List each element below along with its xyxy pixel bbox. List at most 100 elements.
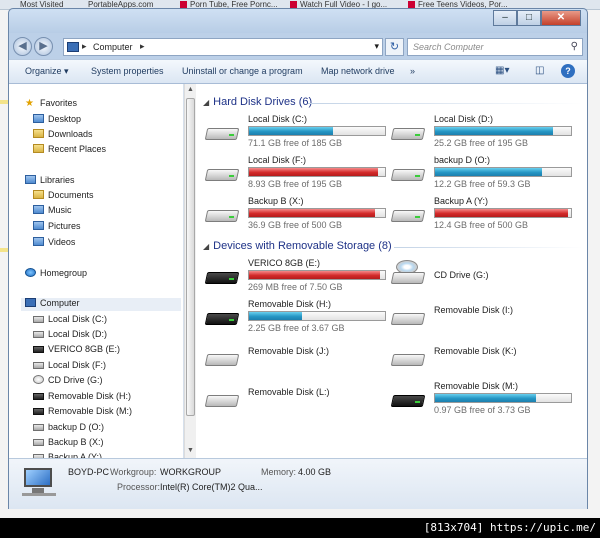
removable-disk-icon [390, 309, 426, 325]
forward-button[interactable]: ▶ [34, 37, 53, 56]
nav-drive[interactable]: Local Disk (F:) [33, 360, 106, 373]
music-icon [33, 205, 44, 214]
uninstall-program-button[interactable]: Uninstall or change a program [182, 66, 303, 76]
drive-tile[interactable]: Local Disk (C:) 71.1 GB free of 185 GB [201, 114, 389, 152]
usage-bar [248, 167, 386, 177]
videos-icon [33, 237, 44, 246]
back-button[interactable]: ◀ [13, 37, 32, 56]
system-properties-button[interactable]: System properties [91, 66, 164, 76]
drive-name: Backup B (X:) [248, 196, 304, 206]
nav-drive[interactable]: Local Disk (D:) [33, 329, 107, 342]
help-icon[interactable]: ? [561, 64, 575, 78]
drive-name: Removable Disk (H:) [248, 299, 332, 309]
nav-computer[interactable]: Computer [21, 298, 181, 311]
drive-tile[interactable]: Removable Disk (J:) [201, 340, 389, 378]
drive-tile[interactable]: Removable Disk (I:) [387, 299, 575, 337]
removable-disk-icon [204, 391, 240, 407]
memory-label: Memory: [261, 467, 297, 477]
nav-favorites[interactable]: ★ Favorites [25, 98, 77, 111]
breadcrumb-chevron-icon[interactable]: ▸ [82, 41, 87, 52]
map-network-drive-button[interactable]: Map network drive [321, 66, 395, 76]
nav-desktop[interactable]: Desktop [33, 114, 81, 127]
address-dropdown-icon[interactable]: ▾ [374, 41, 379, 52]
drive-name: Removable Disk (K:) [434, 346, 517, 356]
nav-drive[interactable]: VERICO 8GB (E:) [33, 344, 120, 357]
drive-tile[interactable]: Local Disk (F:) 8.93 GB free of 195 GB [201, 155, 389, 193]
organize-button[interactable]: Organize ▾ [25, 66, 69, 77]
scroll-down-icon[interactable]: ▼ [187, 447, 194, 454]
drive-tile[interactable]: VERICO 8GB (E:) 269 MB free of 7.50 GB [201, 258, 389, 296]
usage-bar [248, 126, 386, 136]
drive-name: Backup A (Y:) [434, 196, 489, 206]
drive-tile[interactable]: Removable Disk (K:) [387, 340, 575, 378]
address-bar[interactable]: ▸ Computer ▸ ▾ [63, 38, 383, 56]
nav-drive[interactable]: CD Drive (G:) [33, 375, 103, 388]
hard-disk-icon [204, 165, 240, 181]
preview-pane-icon[interactable]: ◫ [535, 65, 544, 76]
section-hard-disk-drives[interactable]: ◢ Hard Disk Drives (6) [203, 96, 312, 108]
nav-drive[interactable]: backup D (O:) [33, 422, 104, 435]
close-button[interactable]: ✕ [541, 10, 581, 26]
favicon-icon [408, 1, 415, 8]
free-space: 12.2 GB free of 59.3 GB [434, 179, 531, 189]
free-space: 71.1 GB free of 185 GB [248, 138, 343, 148]
hard-disk-icon [204, 206, 240, 222]
maximize-button[interactable]: □ [517, 10, 541, 26]
nav-drive[interactable]: Local Disk (C:) [33, 314, 107, 327]
refresh-button[interactable]: ↻ [385, 38, 404, 56]
nav-documents[interactable]: Documents [33, 190, 94, 203]
hard-disk-icon [33, 316, 44, 323]
nav-pictures[interactable]: Pictures [33, 221, 81, 234]
scroll-up-icon[interactable]: ▲ [187, 86, 194, 93]
content-pane: ◢ Hard Disk Drives (6) Local Disk (C:) 71… [196, 84, 587, 458]
hard-disk-icon [33, 424, 44, 431]
drive-name: Local Disk (C:) [248, 114, 308, 124]
favicon-icon [180, 1, 187, 8]
breadcrumb-chevron-icon[interactable]: ▸ [140, 41, 145, 52]
nav-recent-places[interactable]: Recent Places [33, 144, 106, 157]
usage-bar [248, 270, 386, 280]
nav-homegroup[interactable]: Homegroup [25, 268, 87, 281]
nav-scrollbar[interactable]: ▲ ▼ [184, 84, 196, 458]
drive-tile[interactable]: Local Disk (D:) 25.2 GB free of 195 GB [387, 114, 575, 152]
drive-tile[interactable]: backup D (O:) 12.2 GB free of 59.3 GB [387, 155, 575, 193]
removable-disk-icon [390, 350, 426, 366]
scrollbar-thumb[interactable] [186, 98, 195, 416]
drive-tile[interactable]: CD Drive (G:) [387, 258, 575, 296]
change-view-icon[interactable]: ▦▾ [495, 65, 509, 76]
usage-fill [249, 209, 376, 217]
usb-drive-icon [33, 408, 44, 415]
more-commands-button[interactable]: » [410, 66, 415, 76]
nav-downloads[interactable]: Downloads [33, 129, 93, 142]
minimize-button[interactable]: – [493, 10, 517, 26]
title-bar[interactable]: – □ ✕ [9, 9, 587, 33]
drive-name: VERICO 8GB (E:) [248, 258, 321, 268]
search-input[interactable]: Search Computer ⚲ [407, 38, 583, 56]
section-divider [308, 103, 583, 104]
nav-drive[interactable]: Removable Disk (M:) [33, 406, 132, 419]
nav-drive[interactable]: Backup B (X:) [33, 437, 104, 450]
nav-libraries[interactable]: Libraries [25, 175, 75, 188]
drive-tile[interactable]: Removable Disk (L:) [201, 381, 389, 419]
nav-drive[interactable]: Removable Disk (H:) [33, 391, 131, 404]
processor-value: Intel(R) Core(TM)2 Qua... [160, 482, 263, 492]
usb-drive-icon [204, 309, 240, 325]
drive-tile[interactable]: Backup A (Y:) 12.4 GB free of 500 GB [387, 196, 575, 234]
nav-music[interactable]: Music [33, 205, 72, 218]
usage-fill [249, 312, 303, 320]
collapse-icon: ◢ [203, 242, 210, 251]
usb-drive-icon [204, 268, 240, 284]
section-removable-storage[interactable]: ◢ Devices with Removable Storage (8) [203, 240, 392, 252]
free-space: 36.9 GB free of 500 GB [248, 220, 343, 230]
drive-tile[interactable]: Backup B (X:) 36.9 GB free of 500 GB [201, 196, 389, 234]
breadcrumb-computer[interactable]: Computer [93, 42, 133, 52]
drive-tile[interactable]: Removable Disk (M:) 0.97 GB free of 3.73… [387, 381, 575, 419]
drive-tile[interactable]: Removable Disk (H:) 2.25 GB free of 3.67… [201, 299, 389, 337]
usage-fill [435, 127, 554, 135]
nav-videos[interactable]: Videos [33, 237, 75, 250]
documents-icon [33, 190, 44, 199]
free-space: 12.4 GB free of 500 GB [434, 220, 529, 230]
drive-name: Removable Disk (I:) [434, 305, 514, 315]
pictures-icon [33, 221, 44, 230]
hard-disk-icon [204, 124, 240, 140]
